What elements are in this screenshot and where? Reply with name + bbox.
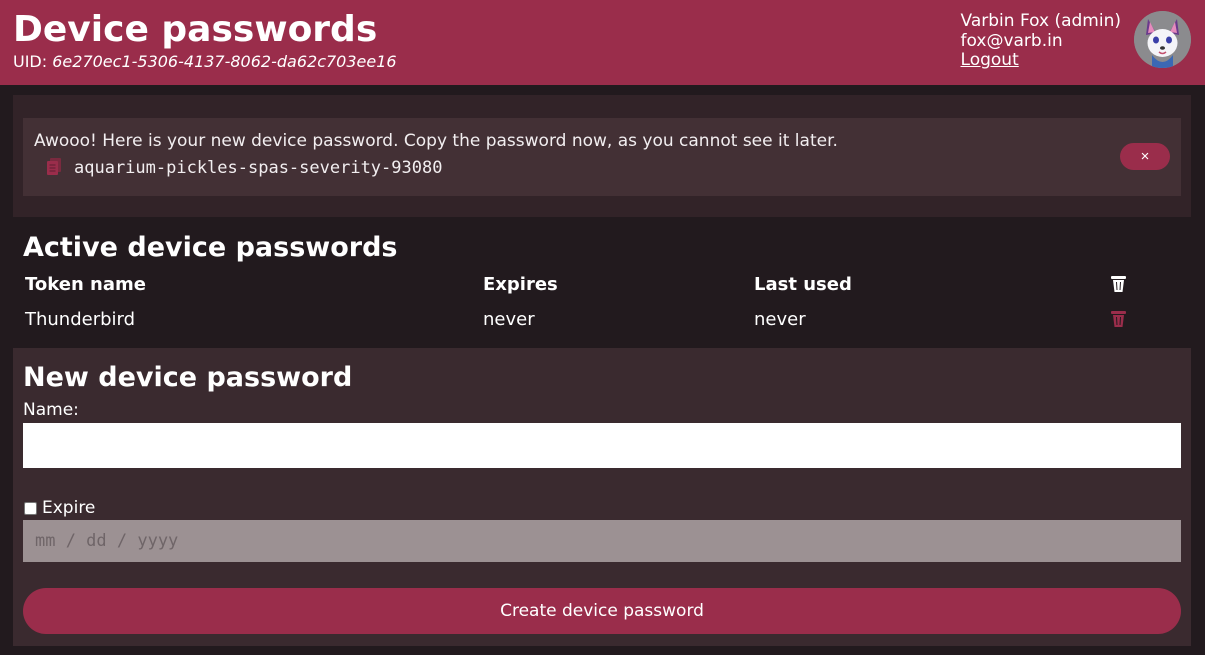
column-header-token-name: Token name (25, 274, 146, 295)
column-header-expires: Expires (483, 274, 558, 295)
active-passwords-title: Active device passwords (23, 232, 398, 263)
new-password-form: New device password Name: Expire mm / dd… (13, 348, 1191, 646)
delete-trash-icon[interactable] (1110, 309, 1127, 328)
create-password-button[interactable]: Create device password (23, 588, 1181, 634)
new-password-alert: Awooo! Here is your new device password.… (23, 118, 1181, 196)
expire-checkbox[interactable] (24, 502, 37, 515)
app-header: Device passwords UID: 6e270ec1-5306-4137… (0, 0, 1205, 85)
page-title: Device passwords (13, 9, 378, 50)
name-input[interactable] (23, 423, 1181, 468)
logout-link[interactable]: Logout (961, 50, 1019, 70)
name-label: Name: (23, 400, 79, 420)
avatar (1134, 11, 1191, 68)
user-email: fox@varb.in (960, 30, 1063, 51)
close-alert-button[interactable]: × (1120, 143, 1170, 170)
expire-label: Expire (42, 498, 96, 518)
row-token-name: Thunderbird (25, 309, 136, 330)
generated-password[interactable]: aquarium-pickles-spas-severity-93080 (74, 157, 442, 179)
user-info: Varbin Fox (admin) fox@varb.in Logout (960, 11, 1121, 71)
row-last-used: never (754, 309, 806, 330)
row-expires: never (483, 309, 535, 330)
trash-icon (1110, 274, 1127, 293)
uid-line: UID: 6e270ec1-5306-4137-8062-da62c703ee1… (13, 52, 397, 72)
uid-label: UID: (13, 52, 48, 71)
new-password-title: New device password (23, 362, 353, 393)
copy-icon[interactable] (45, 157, 63, 177)
user-name: Varbin Fox (admin) (960, 11, 1121, 31)
expiry-date-input[interactable]: mm / dd / yyyy (23, 520, 1181, 562)
alert-panel: Awooo! Here is your new device password.… (13, 95, 1191, 217)
uid-value: 6e270ec1-5306-4137-8062-da62c703ee16 (52, 52, 397, 71)
column-header-last-used: Last used (754, 274, 852, 295)
alert-message: Awooo! Here is your new device password.… (34, 131, 838, 151)
